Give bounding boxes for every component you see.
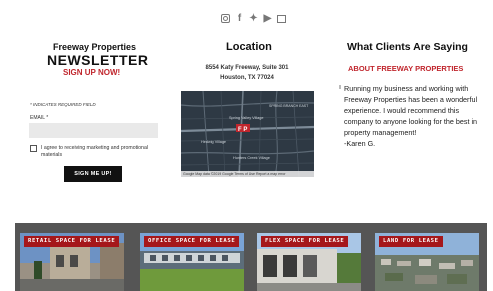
address-line2: Houston, TX 77024 xyxy=(220,75,274,81)
address-line1: 8554 Katy Freeway, Suite 301 xyxy=(205,65,289,71)
map-attribution: Google Map data ©2019 Google Terms of Us… xyxy=(181,171,314,177)
map-graphic: F P SPRING BRANCH EAST Spring Valley Vil… xyxy=(181,91,314,177)
address: 8554 Katy Freeway, Suite 301 Houston, TX… xyxy=(183,63,311,83)
consent-checkbox[interactable] xyxy=(30,145,37,152)
map-label: Spring Valley Village xyxy=(229,116,263,120)
map-label: Hedwig Village xyxy=(201,140,226,144)
required-field-note: * INDICATES REQUIRED FIELD xyxy=(30,102,96,107)
location-title: Location xyxy=(226,41,272,53)
about-link[interactable]: ABOUT FREEWAY PROPERTIES xyxy=(348,64,463,73)
svg-text:F P: F P xyxy=(238,127,247,133)
facebook-icon[interactable]: f xyxy=(235,14,244,24)
quote-icon xyxy=(339,85,341,89)
listing-tile-retail[interactable]: RETAIL SPACE FOR LEASE xyxy=(20,233,124,291)
location-map[interactable]: F P SPRING BRANCH EAST Spring Valley Vil… xyxy=(181,91,314,177)
listing-label: OFFICE SPACE FOR LEASE xyxy=(144,236,240,247)
listing-label: RETAIL SPACE FOR LEASE xyxy=(24,236,120,247)
listing-tile-flex[interactable]: FLEX SPACE FOR LEASE xyxy=(257,233,361,291)
listing-tile-office[interactable]: OFFICE SPACE FOR LEASE xyxy=(140,233,244,291)
youtube-icon[interactable]: ▶ xyxy=(263,14,272,24)
email-label: EMAIL * xyxy=(30,115,49,121)
twitter-icon[interactable]: ✦ xyxy=(249,14,258,24)
newsletter-subtitle: SIGN UP NOW! xyxy=(63,68,121,77)
instagram-icon[interactable] xyxy=(221,14,230,23)
sign-up-button[interactable]: SIGN ME UP! xyxy=(64,166,122,182)
consent-label: I agree to receiving marketing and promo… xyxy=(41,145,148,158)
social-links: f ✦ ▶ xyxy=(221,14,286,24)
listing-label: FLEX SPACE FOR LEASE xyxy=(261,236,349,247)
newsletter-title: NEWSLETTER xyxy=(47,52,149,68)
newsletter-brand: Freeway Properties xyxy=(53,42,137,52)
testimonials-title: What Clients Are Saying xyxy=(347,41,468,53)
testimonial: Running my business and working with Fre… xyxy=(344,83,480,149)
testimonial-text: Running my business and working with Fre… xyxy=(344,84,478,137)
email-icon[interactable] xyxy=(277,15,286,23)
map-label: SPRING BRANCH EAST xyxy=(269,104,309,108)
map-label: Hunters Creek Village xyxy=(233,156,270,160)
email-field[interactable] xyxy=(29,123,158,138)
listing-tile-land[interactable]: LAND FOR LEASE xyxy=(375,233,479,291)
listing-label: LAND FOR LEASE xyxy=(379,236,443,247)
testimonial-author: -Karen G. xyxy=(344,139,376,148)
